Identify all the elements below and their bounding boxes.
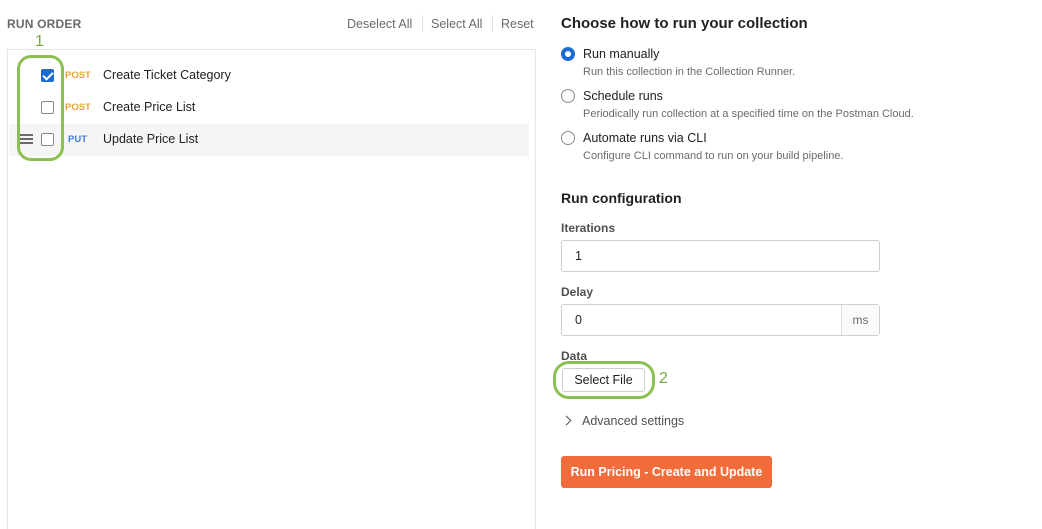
request-row[interactable]: PUT Update Price List [9,124,529,156]
automate-cli-label[interactable]: Automate runs via CLI [583,131,707,145]
run-config-title: Run configuration [561,190,682,206]
request-name: Update Price List [103,132,199,146]
method-badge: POST [65,102,91,113]
method-badge: PUT [68,134,87,145]
delay-unit: ms [841,305,879,335]
automate-cli-radio[interactable] [561,131,575,145]
request-row[interactable]: POST Create Ticket Category [9,60,529,92]
run-order-title: RUN ORDER [7,17,82,31]
delay-value: 0 [575,313,582,327]
request-list: POST Create Ticket Category POST Create … [7,49,536,529]
iterations-label: Iterations [561,221,616,235]
delay-label: Delay [561,285,594,299]
annotation-highlight [17,55,64,161]
iterations-value: 1 [575,249,582,263]
request-name: Create Price List [103,100,196,114]
chevron-right-icon [561,415,572,426]
advanced-settings-toggle[interactable]: Advanced settings [561,414,685,428]
advanced-settings-label: Advanced settings [582,414,685,428]
schedule-runs-desc: Periodically run collection at a specifi… [583,108,914,120]
deselect-all-button[interactable]: Deselect All [347,17,412,31]
divider [422,15,423,32]
run-manually-label[interactable]: Run manually [583,47,659,61]
iterations-input[interactable]: 1 [561,240,880,272]
schedule-runs-radio[interactable] [561,89,575,103]
run-mode-title: Choose how to run your collection [561,15,808,32]
annotation-label: 2 [659,370,668,387]
reset-button[interactable]: Reset [501,17,534,31]
request-row[interactable]: POST Create Price List [9,92,529,124]
run-manually-radio[interactable] [561,47,575,61]
method-badge: POST [65,70,91,81]
select-all-button[interactable]: Select All [431,17,482,31]
request-name: Create Ticket Category [103,68,231,82]
run-manually-desc: Run this collection in the Collection Ru… [583,66,796,78]
schedule-runs-label[interactable]: Schedule runs [583,89,663,103]
annotation-highlight [553,361,655,399]
annotation-label: 1 [35,33,44,50]
divider [492,15,493,32]
delay-input[interactable]: 0 ms [561,304,880,336]
automate-cli-desc: Configure CLI command to run on your bui… [583,150,844,162]
run-collection-button[interactable]: Run Pricing - Create and Update [561,456,772,488]
